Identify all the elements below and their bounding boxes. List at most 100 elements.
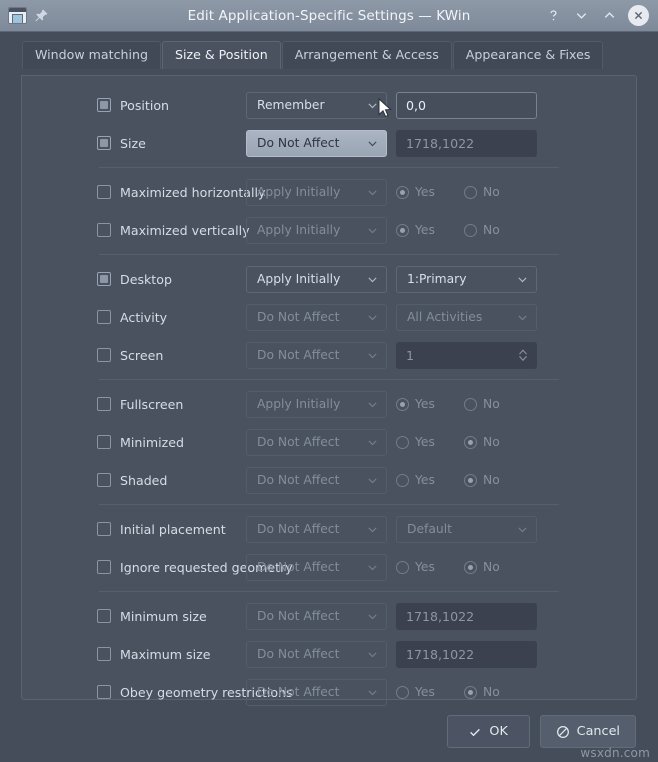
fullscreen-yes[interactable]: Yes — [396, 397, 458, 411]
initial-placement-checkbox[interactable] — [97, 522, 111, 536]
minimized-checkbox-cell[interactable]: Minimized — [34, 435, 246, 450]
tab-appearance-and-fixes[interactable]: Appearance & Fixes — [453, 41, 604, 69]
size-rule-combo[interactable]: Do Not Affect — [246, 130, 387, 157]
desktop-rule-combo[interactable]: Apply Initially — [246, 266, 387, 293]
shaded-no[interactable]: No — [464, 473, 526, 487]
ignore-requested-geometry-checkbox[interactable] — [97, 560, 111, 574]
desktop-checkbox-cell[interactable]: Desktop — [34, 272, 246, 287]
screen-rule-combo[interactable]: Do Not Affect — [246, 342, 387, 369]
minimize-icon[interactable] — [572, 7, 590, 25]
radio-no[interactable] — [464, 186, 477, 199]
fullscreen-no[interactable]: No — [464, 397, 526, 411]
fullscreen-checkbox-cell[interactable]: Fullscreen — [34, 397, 246, 412]
maximized-vertically-yes[interactable]: Yes — [396, 223, 458, 237]
maximized-vertically-rule-combo[interactable]: Apply Initially — [246, 217, 387, 244]
maximum-size-value-input[interactable]: 1718,1022 — [396, 641, 537, 668]
obey-geometry-restrictions-no[interactable]: No — [464, 685, 526, 699]
position-rule-combo[interactable]: Remember — [246, 92, 387, 119]
help-icon[interactable] — [544, 7, 562, 25]
ignore-requested-geometry-rule-combo[interactable]: Do Not Affect — [246, 554, 387, 581]
radio-no[interactable] — [464, 474, 477, 487]
position-value-input[interactable]: 0,0 — [396, 92, 537, 119]
minimized-label: Minimized — [120, 435, 184, 450]
radio-no[interactable] — [464, 224, 477, 237]
obey-geometry-restrictions-checkbox[interactable] — [97, 685, 111, 699]
minimized-no[interactable]: No — [464, 435, 526, 449]
initial-placement-value-combo[interactable]: Default — [396, 516, 537, 543]
minimized-yes[interactable]: Yes — [396, 435, 458, 449]
maximized-horizontally-checkbox-cell[interactable]: Maximized horizontally — [34, 185, 246, 200]
shaded-rule-combo[interactable]: Do Not Affect — [246, 467, 387, 494]
maximum-size-value-text: 1718,1022 — [406, 647, 474, 662]
activity-value-combo[interactable]: All Activities — [396, 304, 537, 331]
pin-icon[interactable] — [33, 8, 49, 24]
desktop-checkbox[interactable] — [97, 272, 111, 286]
maximized-horizontally-rule-combo[interactable]: Apply Initially — [246, 179, 387, 206]
size-checkbox-cell[interactable]: Size — [34, 136, 246, 151]
radio-no[interactable] — [464, 686, 477, 699]
chevron-down-icon — [366, 273, 379, 286]
maximum-size-rule-combo[interactable]: Do Not Affect — [246, 641, 387, 668]
maximum-size-checkbox[interactable] — [97, 647, 111, 661]
minimum-size-rule-combo[interactable]: Do Not Affect — [246, 603, 387, 630]
radio-yes[interactable] — [396, 436, 409, 449]
cancel-button[interactable]: Cancel — [540, 715, 636, 748]
radio-yes[interactable] — [396, 561, 409, 574]
close-icon[interactable] — [628, 5, 649, 26]
shaded-checkbox-cell[interactable]: Shaded — [34, 473, 246, 488]
minimum-size-checkbox[interactable] — [97, 609, 111, 623]
tab-window-matching[interactable]: Window matching — [22, 41, 161, 69]
maximized-vertically-checkbox-cell[interactable]: Maximized vertically — [34, 223, 246, 238]
maximized-horizontally-no[interactable]: No — [464, 185, 526, 199]
shaded-checkbox[interactable] — [97, 473, 111, 487]
fullscreen-rule-value: Apply Initially — [257, 397, 366, 411]
fullscreen-rule-combo[interactable]: Apply Initially — [246, 391, 387, 418]
screen-checkbox[interactable] — [97, 348, 111, 362]
screen-checkbox-cell[interactable]: Screen — [34, 348, 246, 363]
desktop-value-combo[interactable]: 1:Primary — [396, 266, 537, 293]
minimum-size-value-input[interactable]: 1718,1022 — [396, 603, 537, 630]
size-checkbox[interactable] — [97, 136, 111, 150]
minimized-checkbox[interactable] — [97, 435, 111, 449]
spinner-arrows-icon[interactable] — [516, 347, 530, 363]
maximize-icon[interactable] — [600, 7, 618, 25]
radio-yes[interactable] — [396, 398, 409, 411]
activity-checkbox[interactable] — [97, 310, 111, 324]
maximized-horizontally-yes[interactable]: Yes — [396, 185, 458, 199]
chevron-down-icon — [366, 474, 379, 487]
radio-no[interactable] — [464, 561, 477, 574]
ok-button[interactable]: OK — [447, 715, 530, 748]
minimum-size-checkbox-cell[interactable]: Minimum size — [34, 609, 246, 624]
titlebar[interactable]: Edit Application-Specific Settings — KWi… — [0, 0, 658, 32]
radio-no[interactable] — [464, 436, 477, 449]
position-checkbox-cell[interactable]: Position — [34, 98, 246, 113]
size-value-input[interactable]: 1718,1022 — [396, 130, 537, 157]
ignore-requested-geometry-checkbox-cell[interactable]: Ignore requested geometry — [34, 560, 246, 575]
ignore-requested-geometry-no[interactable]: No — [464, 560, 526, 574]
maximized-vertically-checkbox[interactable] — [97, 223, 111, 237]
row-size: Size Do Not Affect 1718,1022 — [34, 124, 624, 162]
tab-arrangement-and-access[interactable]: Arrangement & Access — [282, 41, 452, 69]
position-checkbox[interactable] — [97, 98, 111, 112]
initial-placement-rule-combo[interactable]: Do Not Affect — [246, 516, 387, 543]
shaded-yes[interactable]: Yes — [396, 473, 458, 487]
activity-rule-combo[interactable]: Do Not Affect — [246, 304, 387, 331]
obey-geometry-restrictions-yes[interactable]: Yes — [396, 685, 458, 699]
tab-size-and-position[interactable]: Size & Position — [162, 41, 281, 69]
minimized-rule-combo[interactable]: Do Not Affect — [246, 429, 387, 456]
radio-yes[interactable] — [396, 224, 409, 237]
maximized-horizontally-checkbox[interactable] — [97, 185, 111, 199]
radio-yes[interactable] — [396, 474, 409, 487]
initial-placement-checkbox-cell[interactable]: Initial placement — [34, 522, 246, 537]
ignore-requested-geometry-yes[interactable]: Yes — [396, 560, 458, 574]
fullscreen-checkbox[interactable] — [97, 397, 111, 411]
maximized-vertically-no[interactable]: No — [464, 223, 526, 237]
row-shaded: Shaded Do Not Affect Yes No — [34, 461, 624, 499]
maximum-size-checkbox-cell[interactable]: Maximum size — [34, 647, 246, 662]
radio-no[interactable] — [464, 398, 477, 411]
radio-yes[interactable] — [396, 186, 409, 199]
radio-yes[interactable] — [396, 686, 409, 699]
activity-checkbox-cell[interactable]: Activity — [34, 310, 246, 325]
obey-geometry-restrictions-checkbox-cell[interactable]: Obey geometry restrictions — [34, 685, 246, 700]
screen-value-spinbox[interactable]: 1 — [396, 342, 537, 369]
